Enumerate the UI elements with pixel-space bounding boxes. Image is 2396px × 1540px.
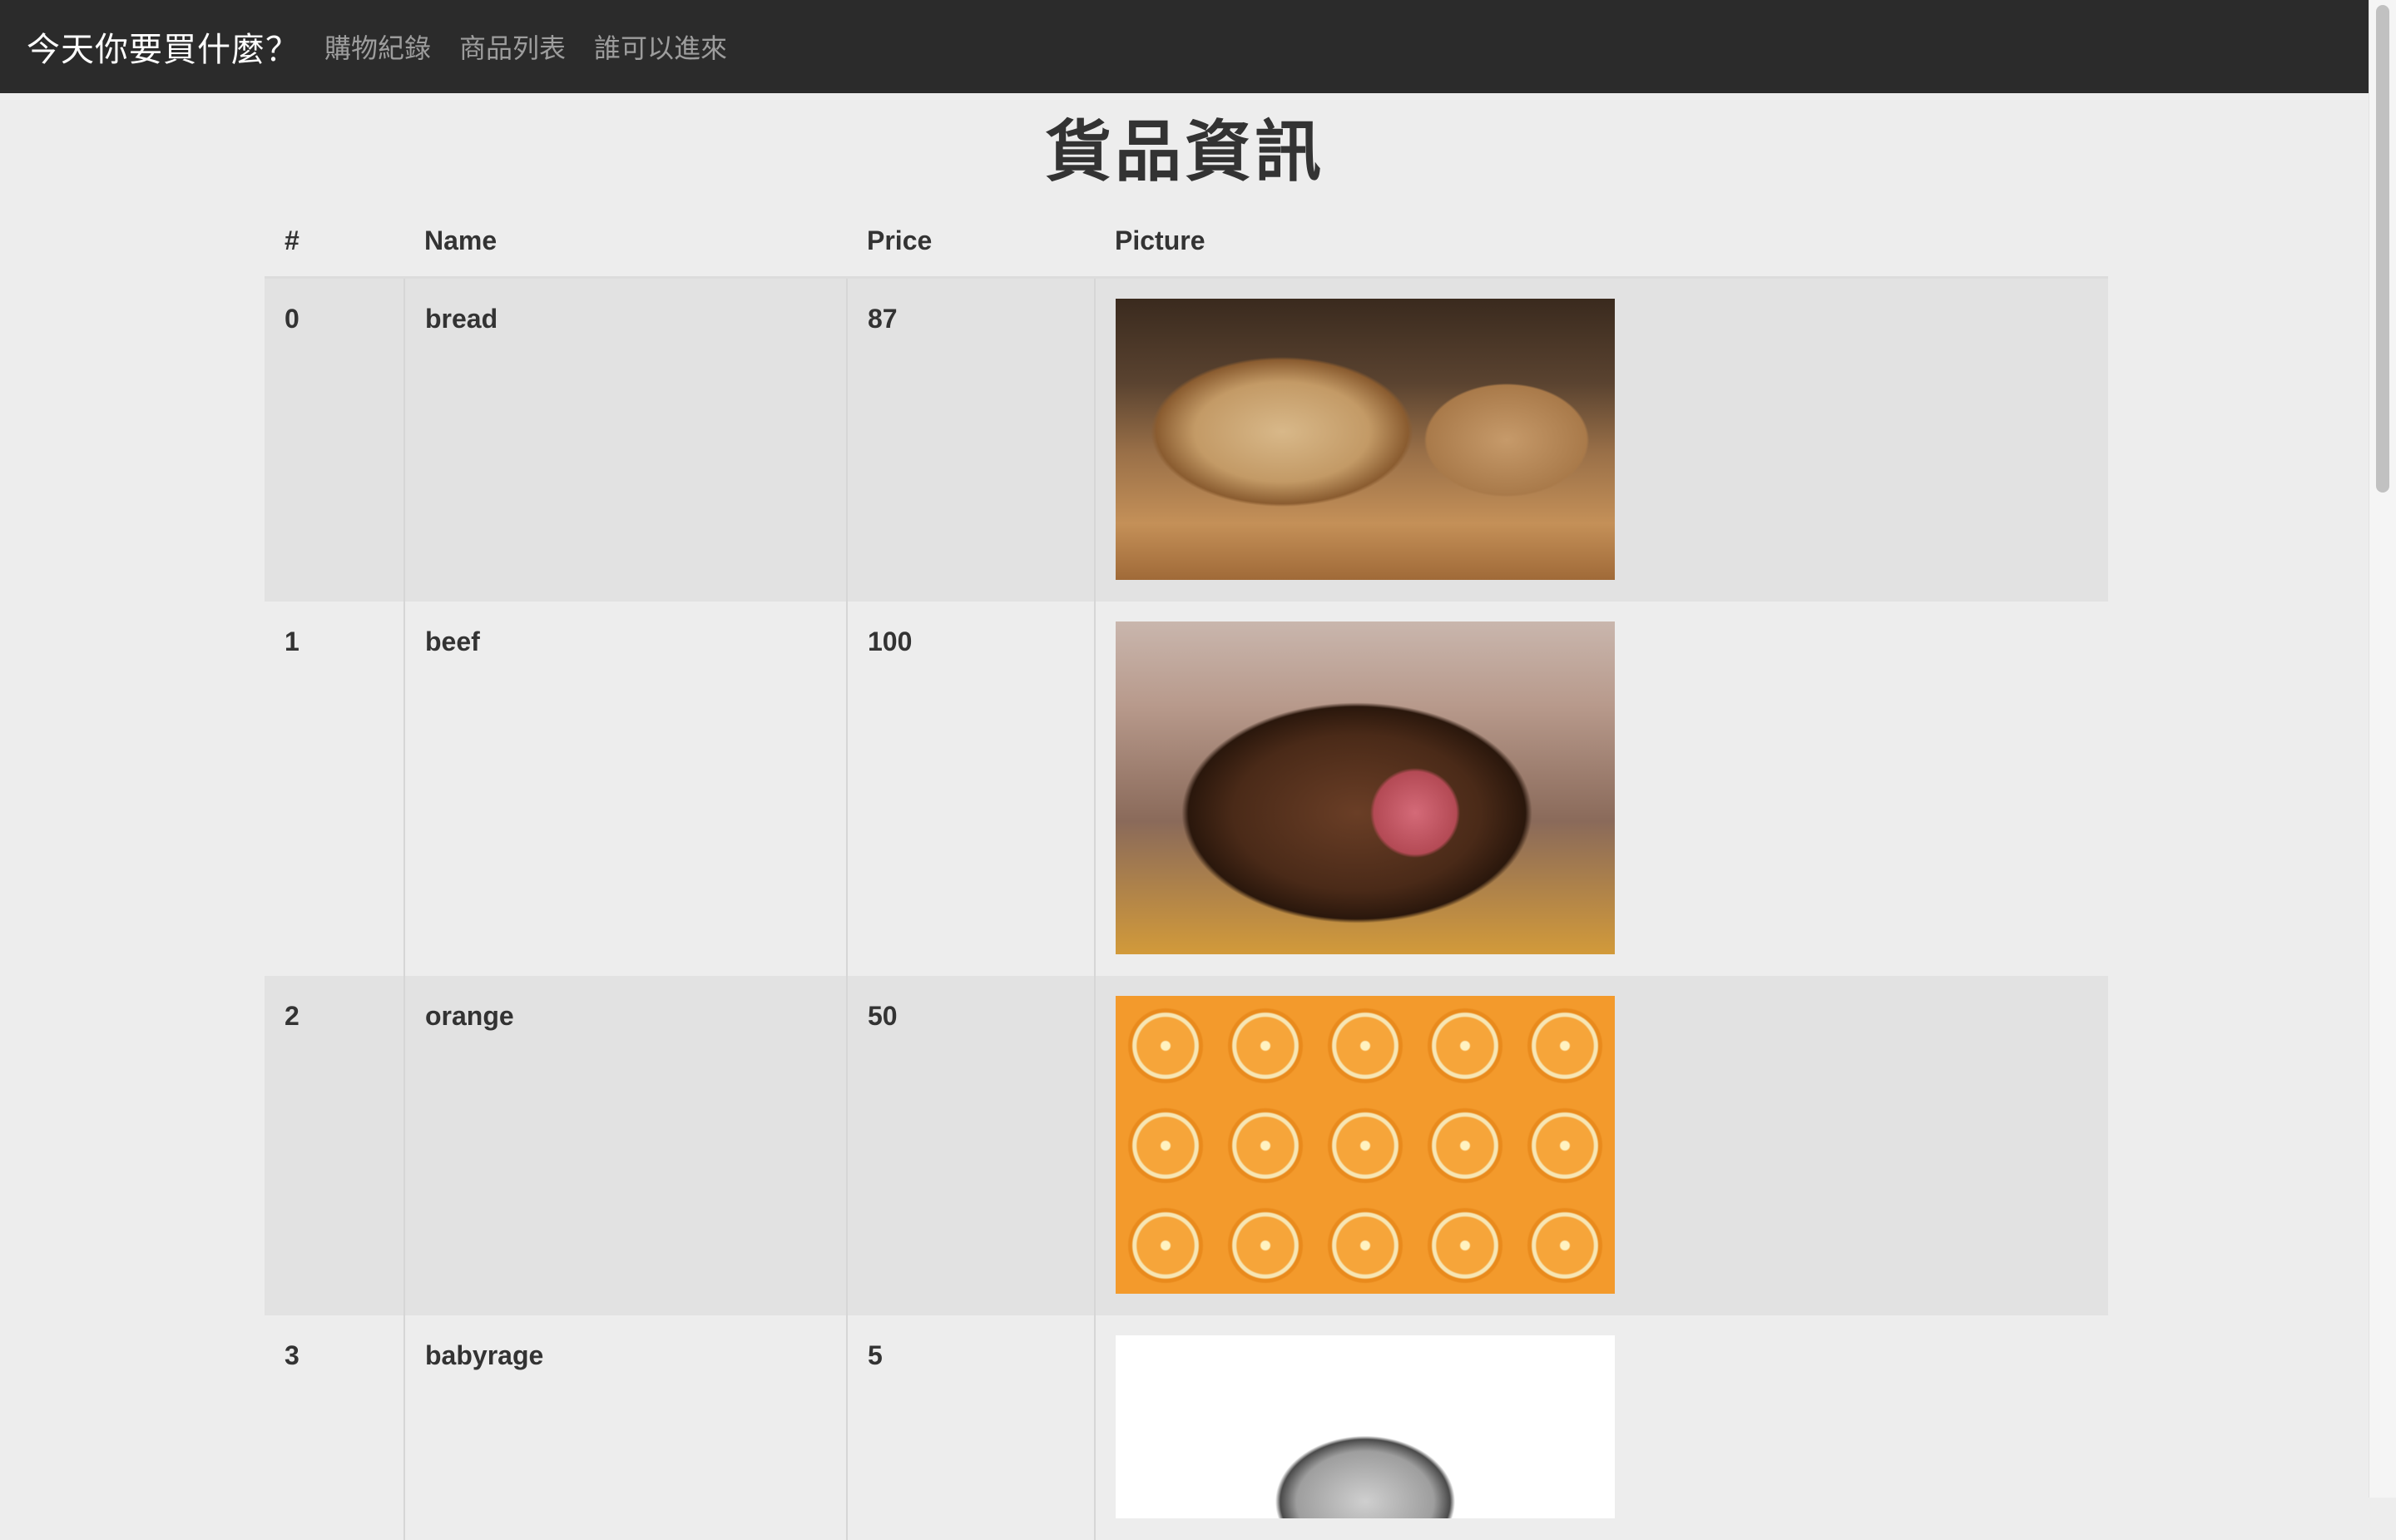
row-name: orange	[425, 1001, 514, 1031]
page-title: 貨品資訊	[1045, 115, 1324, 189]
top-navbar: 今天你要買什麼？ 購物紀錄 商品列表 誰可以進來	[0, 0, 2369, 93]
row-name: bread	[425, 304, 498, 334]
row-picture-cell	[1094, 976, 2108, 1315]
row-index: 2	[285, 1001, 300, 1031]
goods-table: # Name Price Picture 0 bread 87 1 beef 1…	[265, 205, 2108, 1540]
row-price: 50	[868, 1001, 898, 1031]
baby-face-photo	[1116, 1335, 1615, 1518]
row-price-cell: 5	[846, 1315, 1095, 1540]
row-picture-cell	[1094, 1315, 2108, 1540]
row-picture-cell	[1094, 602, 2108, 976]
scrollbar-thumb[interactable]	[2376, 5, 2389, 493]
header-price: Price	[847, 205, 1095, 279]
row-index-cell: 2	[265, 976, 404, 1315]
row-picture-cell	[1094, 277, 2108, 602]
nav-link-purchase-history[interactable]: 購物紀錄	[324, 27, 431, 66]
row-name-cell: orange	[403, 976, 847, 1315]
row-price-cell: 100	[846, 602, 1095, 976]
nav-link-who-can-enter[interactable]: 誰可以進來	[594, 27, 727, 66]
bread-photo	[1116, 299, 1615, 580]
row-name-cell: beef	[403, 602, 847, 976]
row-price-cell: 50	[846, 976, 1095, 1315]
row-price: 87	[868, 304, 898, 334]
header-picture: Picture	[1095, 205, 2108, 279]
table-row: 2 orange 50	[265, 976, 2108, 1315]
table-row: 0 bread 87	[265, 277, 2108, 602]
row-name-cell: babyrage	[403, 1315, 847, 1540]
row-index: 1	[285, 626, 300, 656]
row-index-cell: 3	[265, 1315, 404, 1540]
row-price-cell: 87	[846, 277, 1095, 602]
row-index: 3	[285, 1340, 300, 1370]
header-index: #	[265, 205, 404, 279]
row-name: babyrage	[425, 1340, 544, 1370]
row-price: 5	[868, 1340, 883, 1370]
table-header-row: # Name Price Picture	[265, 205, 2108, 279]
table-row: 3 babyrage 5	[265, 1315, 2108, 1540]
row-index: 0	[285, 304, 300, 334]
row-name-cell: bread	[403, 277, 847, 602]
header-name: Name	[404, 205, 847, 279]
brand-link[interactable]: 今天你要買什麼？	[27, 22, 300, 71]
vertical-scrollbar[interactable]	[2369, 0, 2396, 1498]
row-index-cell: 0	[265, 278, 404, 602]
row-name: beef	[425, 626, 480, 656]
roast-beef-photo	[1116, 621, 1615, 954]
table-row: 1 beef 100	[265, 602, 2108, 976]
orange-slices-photo	[1116, 996, 1615, 1294]
row-index-cell: 1	[265, 602, 404, 976]
row-price: 100	[868, 626, 913, 656]
nav-link-product-list[interactable]: 商品列表	[459, 27, 566, 66]
